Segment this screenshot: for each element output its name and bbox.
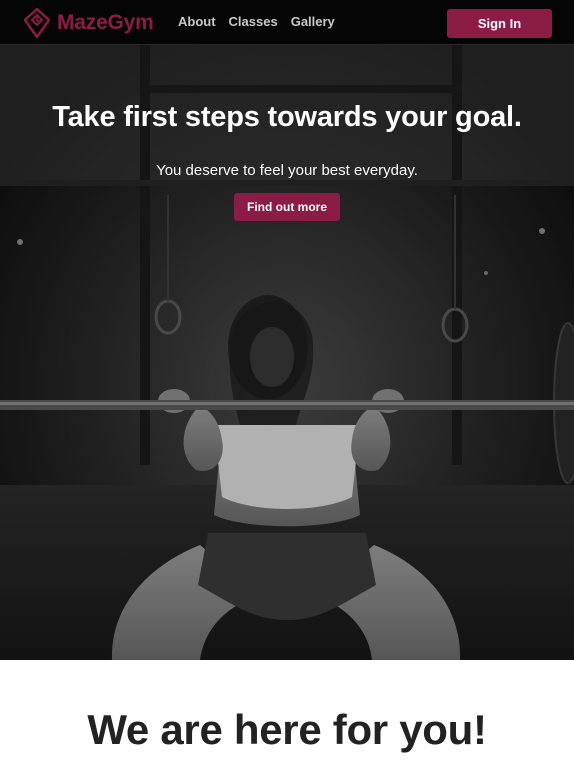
section-title: We are here for you! [87, 706, 487, 753]
brand-link[interactable]: MazeGym [24, 8, 154, 38]
nav-link-classes[interactable]: Classes [229, 14, 278, 29]
nav-link-gallery[interactable]: Gallery [291, 14, 335, 29]
hero-section: Take first steps towards your goal. You … [0, 45, 574, 660]
nav-links: About Classes Gallery [178, 14, 348, 29]
maze-pin-logo-icon [24, 8, 50, 38]
nav-link-about[interactable]: About [178, 14, 216, 29]
find-out-more-button[interactable]: Find out more [234, 193, 340, 221]
hero-background-image [0, 45, 574, 660]
hero-title: Take first steps towards your goal. [52, 101, 522, 133]
hero-subtitle: You deserve to feel your best everyday. [156, 162, 418, 179]
navbar: MazeGym About Classes Gallery Sign In [0, 0, 574, 45]
sign-in-button[interactable]: Sign In [447, 9, 552, 38]
brand-name: MazeGym [57, 11, 154, 34]
